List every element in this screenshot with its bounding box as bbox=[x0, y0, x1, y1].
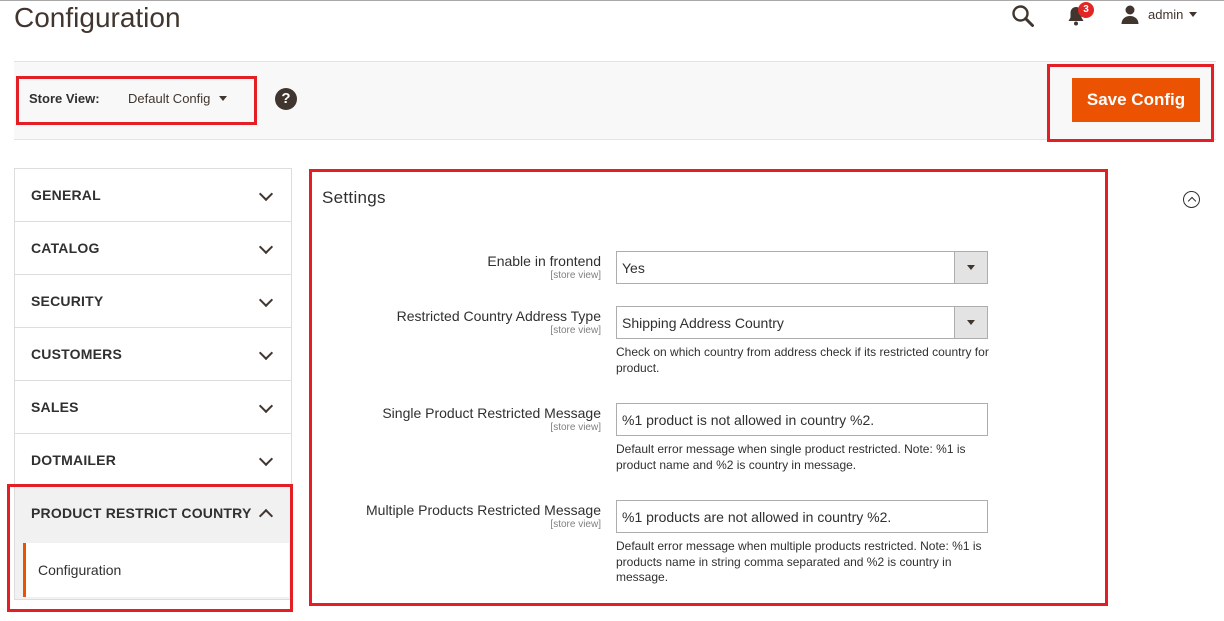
chevron-down-icon bbox=[258, 186, 274, 202]
chevron-down-icon bbox=[954, 252, 987, 283]
scope-label: [store view] bbox=[550, 422, 601, 433]
top-divider bbox=[0, 0, 1224, 1]
section-title: Settings bbox=[322, 188, 386, 207]
chevron-down-icon bbox=[219, 96, 228, 101]
store-view-value: Default Config bbox=[128, 91, 211, 106]
sidebar-item-dotmailer[interactable]: DOTMAILER bbox=[14, 433, 292, 486]
chevron-down-icon bbox=[258, 239, 274, 255]
single-message-note: Default error message when single produc… bbox=[616, 442, 966, 472]
single-message-label: Single Product Restricted Message bbox=[382, 405, 601, 421]
address-type-label: Restricted Country Address Type bbox=[396, 308, 601, 324]
single-message-input[interactable] bbox=[616, 403, 988, 436]
user-menu[interactable]: admin bbox=[1120, 3, 1198, 25]
sidebar-item-general[interactable]: GENERAL bbox=[14, 168, 292, 221]
sidebar-item-security[interactable]: SECURITY bbox=[14, 274, 292, 327]
chevron-down-icon bbox=[258, 345, 274, 361]
sidebar-item-sales[interactable]: SALES bbox=[14, 380, 292, 433]
sidebar-item-label: CUSTOMERS bbox=[31, 346, 122, 362]
address-type-note: Check on which country from address chec… bbox=[616, 345, 989, 375]
sidebar-item-label: CATALOG bbox=[31, 240, 100, 256]
chevron-down-icon bbox=[258, 292, 274, 308]
user-name: admin bbox=[1148, 6, 1184, 22]
sidebar-item-label: SALES bbox=[31, 399, 79, 415]
sidebar-item-label: SECURITY bbox=[31, 293, 104, 309]
chevron-down-icon bbox=[258, 451, 274, 467]
help-icon[interactable]: ? bbox=[275, 88, 297, 110]
multiple-message-input[interactable] bbox=[616, 500, 988, 533]
enable-frontend-select[interactable]: Yes bbox=[616, 251, 988, 284]
multiple-message-label: Multiple Products Restricted Message bbox=[366, 502, 601, 518]
scope-label: [store view] bbox=[550, 519, 601, 530]
chevron-down-icon bbox=[258, 398, 274, 414]
sidebar-item-customers[interactable]: CUSTOMERS bbox=[14, 327, 292, 380]
save-config-button[interactable]: Save Config bbox=[1072, 78, 1200, 122]
sidebar-item-label: DOTMAILER bbox=[31, 452, 117, 468]
collapse-icon[interactable] bbox=[1183, 191, 1200, 208]
store-view-label: Store View: bbox=[29, 91, 100, 106]
address-type-select[interactable]: Shipping Address Country bbox=[616, 306, 988, 339]
select-value: Shipping Address Country bbox=[622, 315, 784, 331]
scope-label: [store view] bbox=[550, 325, 601, 336]
scope-label: [store view] bbox=[550, 270, 601, 281]
sidebar-item-catalog[interactable]: CATALOG bbox=[14, 221, 292, 274]
notification-badge: 3 bbox=[1078, 2, 1094, 18]
enable-frontend-label: Enable in frontend bbox=[487, 253, 601, 269]
user-icon bbox=[1121, 5, 1139, 24]
search-icon[interactable] bbox=[1011, 4, 1035, 28]
sidebar-highlight bbox=[7, 484, 293, 612]
sidebar-item-label: GENERAL bbox=[31, 187, 101, 203]
multiple-message-note: Default error message when multiple prod… bbox=[616, 539, 982, 584]
chevron-down-icon bbox=[954, 307, 987, 338]
chevron-down-icon bbox=[1189, 11, 1198, 17]
select-value: Yes bbox=[622, 260, 645, 276]
page-title: Configuration bbox=[14, 2, 181, 33]
store-view-switcher[interactable]: Default Config bbox=[128, 91, 228, 106]
